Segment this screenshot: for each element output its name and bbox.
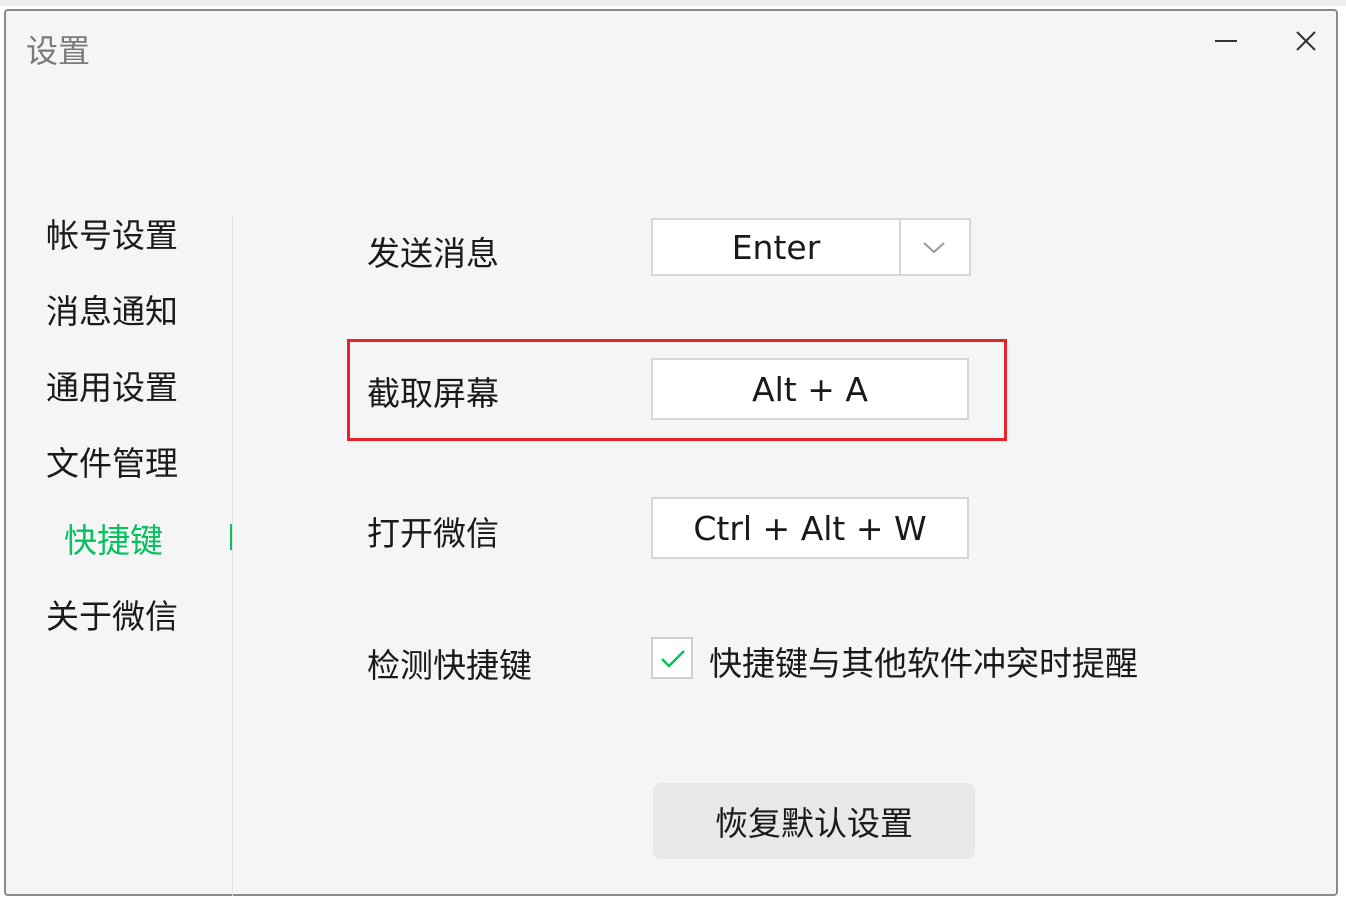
close-button[interactable] <box>1284 19 1328 63</box>
window-title: 设置 <box>26 32 91 70</box>
dropdown-separator <box>899 220 901 274</box>
sidebar-item-notifications[interactable]: 消息通知 <box>46 285 178 333</box>
minimize-icon <box>1215 40 1237 42</box>
sidebar-item-account[interactable]: 帐号设置 <box>46 209 178 257</box>
send-message-value: Enter <box>731 227 821 267</box>
open-wechat-hotkey-field[interactable]: Ctrl + Alt + W <box>651 497 969 559</box>
open-wechat-label: 打开微信 <box>367 514 499 553</box>
send-message-dropdown[interactable]: Enter <box>651 218 971 276</box>
check-icon <box>661 650 685 668</box>
close-icon <box>1296 31 1316 51</box>
settings-window: 设置 帐号设置 消息通知 通用设置 文件管理 快捷键 关于微信 发送消息 Ent… <box>4 9 1338 896</box>
sidebar-divider <box>232 216 233 896</box>
send-message-label: 发送消息 <box>367 234 499 273</box>
sidebar-item-general[interactable]: 通用设置 <box>46 361 178 409</box>
restore-defaults-button[interactable]: 恢复默认设置 <box>653 783 975 859</box>
screenshot-label: 截取屏幕 <box>367 374 499 413</box>
detect-shortcut-label: 检测快捷键 <box>367 646 532 685</box>
sidebar-item-about[interactable]: 关于微信 <box>46 590 178 638</box>
minimize-button[interactable] <box>1204 19 1248 63</box>
screenshot-hotkey-field[interactable]: Alt + A <box>651 358 969 420</box>
sidebar-item-shortcuts[interactable]: 快捷键 <box>64 514 163 562</box>
background-strip <box>0 0 1346 6</box>
sidebar-item-files[interactable]: 文件管理 <box>46 437 178 485</box>
conflict-alert-label: 快捷键与其他软件冲突时提醒 <box>709 644 1138 683</box>
chevron-down-icon <box>923 242 945 254</box>
conflict-alert-checkbox[interactable] <box>651 637 693 679</box>
